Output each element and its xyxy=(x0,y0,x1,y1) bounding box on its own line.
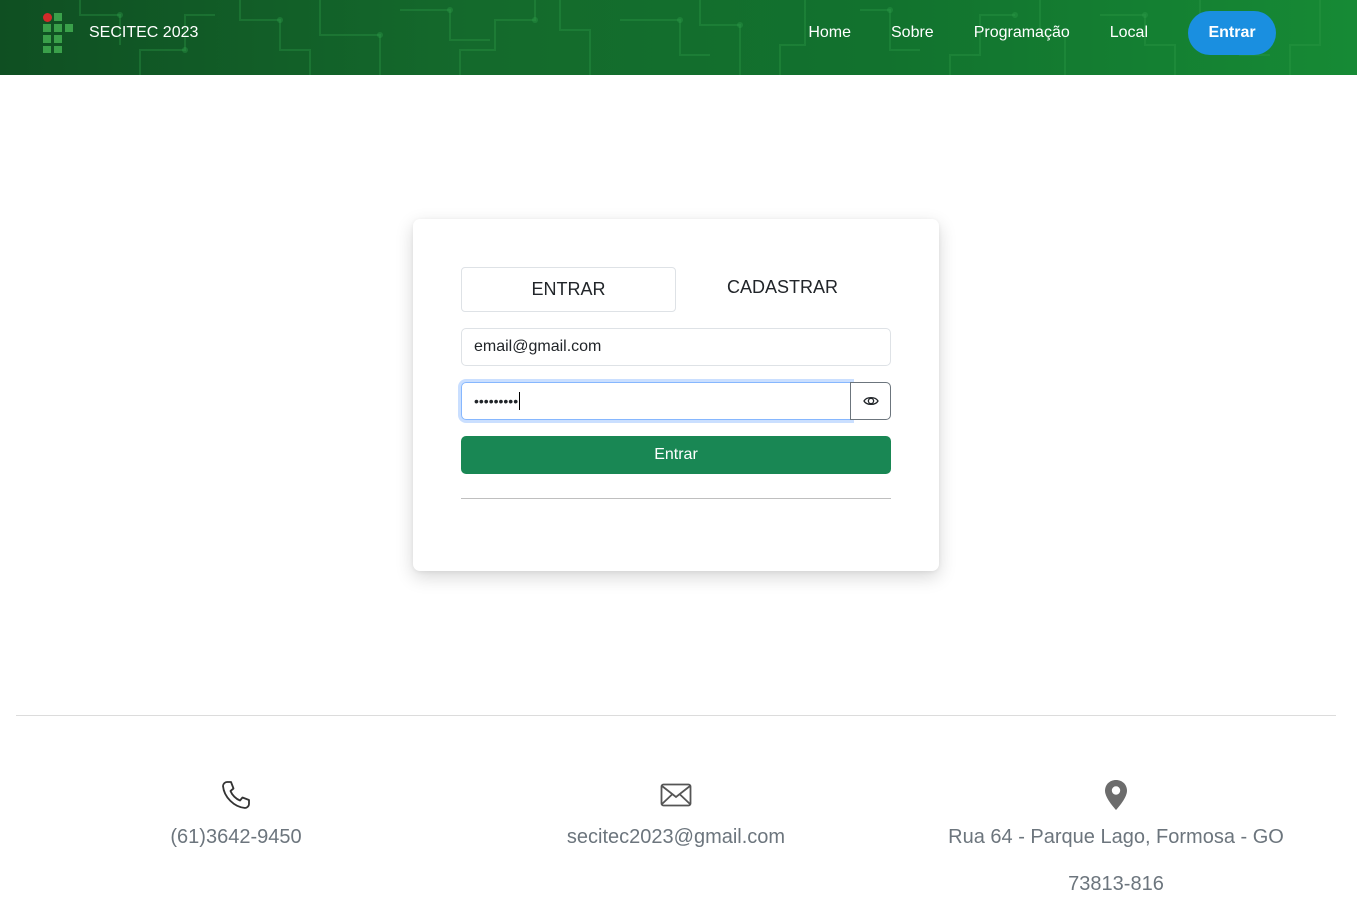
tab-entrar[interactable]: ENTRAR xyxy=(461,267,676,312)
nav-programacao[interactable]: Programação xyxy=(974,24,1070,42)
header-login-button[interactable]: Entrar xyxy=(1188,11,1276,55)
login-card: ENTRAR CADASTRAR email@gmail.com •••••••… xyxy=(413,219,939,571)
top-navbar: SECITEC 2023 Home Sobre Programação Loca… xyxy=(0,0,1357,75)
main-nav: Home Sobre Programação Local Entrar xyxy=(808,11,1276,55)
eye-icon xyxy=(862,396,879,406)
email-address: secitec2023@gmail.com xyxy=(566,826,786,848)
address-zip: 73813-816 xyxy=(1068,873,1164,895)
address-line1: Rua 64 - Parque Lago, Formosa - GO xyxy=(948,826,1284,848)
contact-email: secitec2023@gmail.com xyxy=(456,778,896,849)
password-group: ••••••••• xyxy=(461,382,891,420)
submit-login-button[interactable]: Entrar xyxy=(461,436,891,474)
contact-address: Rua 64 - Parque Lago, Formosa - GO 73813… xyxy=(896,778,1336,896)
text-caret xyxy=(519,392,521,410)
nav-local[interactable]: Local xyxy=(1110,24,1148,42)
toggle-password-button[interactable] xyxy=(850,382,891,420)
if-logo xyxy=(43,13,74,53)
contact-phone: (61)3642-9450 xyxy=(16,778,456,849)
password-field[interactable]: ••••••••• xyxy=(461,382,851,420)
brand[interactable]: SECITEC 2023 xyxy=(43,13,198,53)
card-divider xyxy=(461,498,891,499)
footer-divider xyxy=(16,715,1336,716)
email-value: email@gmail.com xyxy=(474,338,602,355)
location-pin-icon xyxy=(1105,780,1127,810)
nav-home[interactable]: Home xyxy=(808,24,851,42)
envelope-icon xyxy=(660,783,692,807)
phone-number: (61)3642-9450 xyxy=(170,826,302,848)
nav-sobre[interactable]: Sobre xyxy=(891,24,934,42)
password-value: ••••••••• xyxy=(474,393,519,409)
email-field[interactable]: email@gmail.com xyxy=(461,328,891,366)
phone-icon xyxy=(222,781,250,809)
brand-name: SECITEC 2023 xyxy=(89,24,199,41)
tab-cadastrar[interactable]: CADASTRAR xyxy=(675,265,890,310)
